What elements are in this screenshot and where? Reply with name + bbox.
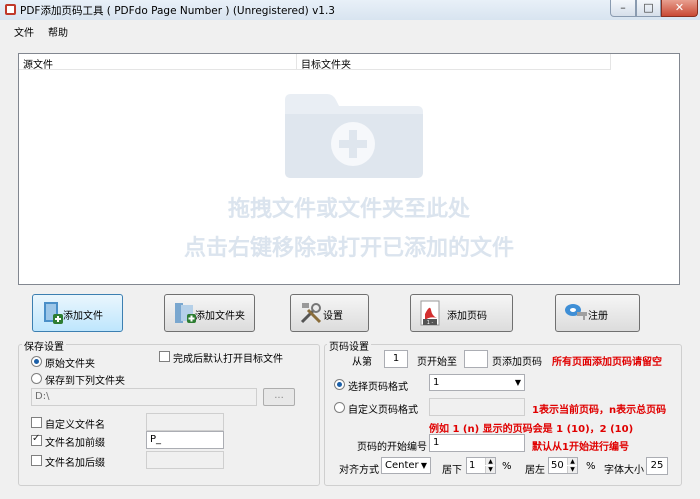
spin-down-icon[interactable]: ▼ — [567, 466, 577, 473]
font-size-input[interactable]: 25 — [646, 457, 668, 475]
drop-hint-line1: 拖拽文件或文件夹至此处 — [227, 197, 470, 222]
custom-format-input[interactable] — [429, 398, 525, 416]
original-folder-label: 原始文件夹 — [45, 359, 95, 370]
from-page-input[interactable]: 1 — [384, 350, 408, 368]
custom-filename-input[interactable] — [146, 413, 224, 431]
original-folder-radio[interactable] — [31, 356, 42, 367]
column-target-folder[interactable]: 目标文件夹 — [297, 54, 611, 71]
tools-icon — [300, 303, 322, 324]
folder-add-icon — [285, 94, 423, 178]
spin-up-icon[interactable]: ▲ — [485, 458, 495, 465]
open-after-checkbox[interactable] — [159, 351, 170, 362]
note-leave-empty: 所有页面添加页码请留空 — [552, 357, 662, 368]
register-button[interactable]: 注册 — [555, 294, 640, 332]
to-page-input[interactable] — [464, 350, 488, 368]
window-title: PDF添加页码工具 ( PDFdo Page Number ) (Unregis… — [20, 5, 335, 17]
close-icon: ✕ — [674, 1, 685, 14]
prefix-label: 文件名加前缀 — [45, 438, 105, 449]
menu-help[interactable]: 帮助 — [48, 24, 68, 39]
suffix-checkbox[interactable] — [31, 455, 42, 466]
suffix-label: 文件名加后缀 — [45, 458, 105, 469]
bottom-percent: % — [502, 461, 512, 472]
settings-label: 设置 — [323, 311, 343, 322]
spin-up-icon[interactable]: ▲ — [567, 458, 577, 465]
custom-format-label: 自定义页码格式 — [348, 405, 418, 416]
add-page-number-button[interactable]: 1 - 添加页码 — [410, 294, 513, 332]
align-label: 对齐方式 — [339, 465, 379, 476]
add-page-number-text: 页添加页码 — [492, 357, 542, 368]
select-format-label: 选择页码格式 — [348, 382, 408, 393]
minimize-button[interactable]: – — [610, 0, 636, 17]
app-icon — [5, 4, 16, 15]
font-size-label: 字体大小 — [604, 465, 644, 476]
from-page-label: 从第 — [352, 357, 372, 368]
prefix-checkbox[interactable] — [31, 433, 42, 446]
chevron-down-icon: ▼ — [420, 461, 427, 470]
add-file-button[interactable]: 添加文件 — [32, 294, 123, 332]
maximize-icon: □ — [643, 1, 654, 14]
chevron-down-icon: ▼ — [514, 378, 521, 387]
save-to-folder-label: 保存到下列文件夹 — [45, 376, 125, 387]
start-to-label: 页开始至 — [417, 357, 457, 368]
add-file-label: 添加文件 — [63, 311, 103, 322]
align-select-value: Center — [385, 460, 419, 471]
add-folder-button[interactable]: 添加文件夹 — [164, 294, 255, 332]
left-label: 居左 — [525, 465, 545, 476]
minimize-icon: – — [620, 1, 626, 14]
bottom-spinner[interactable]: 1 ▲ ▼ — [466, 457, 496, 474]
prefix-input[interactable]: P_ — [146, 431, 224, 449]
column-source-file[interactable]: 源文件 — [19, 54, 297, 71]
left-spinner[interactable]: 50 ▲ ▼ — [548, 457, 578, 474]
menu-file[interactable]: 文件 — [14, 24, 34, 39]
save-settings-legend: 保存设置 — [22, 338, 66, 353]
folder-path-input[interactable]: D:\ — [31, 388, 257, 406]
open-after-label: 完成后默认打开目标文件 — [173, 354, 283, 365]
format-select[interactable]: 1 ▼ — [429, 374, 525, 391]
note-format-meaning: 1表示当前页码，n表示总页码 — [532, 405, 667, 416]
page-settings-legend: 页码设置 — [327, 338, 371, 353]
spin-down-icon[interactable]: ▼ — [485, 466, 495, 473]
bottom-label: 居下 — [442, 465, 462, 476]
custom-filename-checkbox[interactable] — [31, 417, 42, 428]
bottom-value: 1 — [469, 460, 476, 471]
note-start-number: 默认从1开始进行编号 — [532, 442, 629, 453]
add-page-number-label: 添加页码 — [447, 311, 487, 322]
drop-hint-line2: 点击右键移除或打开已添加的文件 — [183, 236, 514, 261]
add-folder-label: 添加文件夹 — [195, 311, 245, 322]
maximize-button[interactable]: □ — [636, 0, 661, 17]
note-format-example: 例如 1 (n) 显示的页码会是 1 (10)，2 (10) — [429, 424, 634, 435]
key-icon — [565, 304, 587, 320]
file-list[interactable]: 源文件 目标文件夹 拖拽文件或文件夹至此处 点击右键移除或打开已添加的文件 — [18, 53, 680, 285]
start-number-input[interactable]: 1 — [429, 434, 525, 452]
save-to-folder-radio[interactable] — [31, 373, 42, 384]
start-number-label: 页码的开始编号 — [357, 442, 427, 453]
svg-text:1 -: 1 - — [427, 320, 434, 326]
menu-bar — [0, 20, 700, 40]
custom-filename-label: 自定义文件名 — [45, 420, 105, 431]
left-value: 50 — [551, 460, 564, 471]
align-select[interactable]: Center ▼ — [381, 457, 431, 474]
pdf-icon: 1 - — [420, 300, 440, 326]
custom-format-radio[interactable] — [334, 402, 345, 413]
browse-button[interactable]: ... — [263, 388, 295, 406]
select-format-radio[interactable] — [334, 379, 345, 390]
left-percent: % — [586, 461, 596, 472]
register-label: 注册 — [588, 311, 608, 322]
close-button[interactable]: ✕ — [661, 0, 698, 17]
suffix-input[interactable] — [146, 451, 224, 469]
settings-button[interactable]: 设置 — [290, 294, 369, 332]
format-select-value: 1 — [433, 377, 440, 388]
